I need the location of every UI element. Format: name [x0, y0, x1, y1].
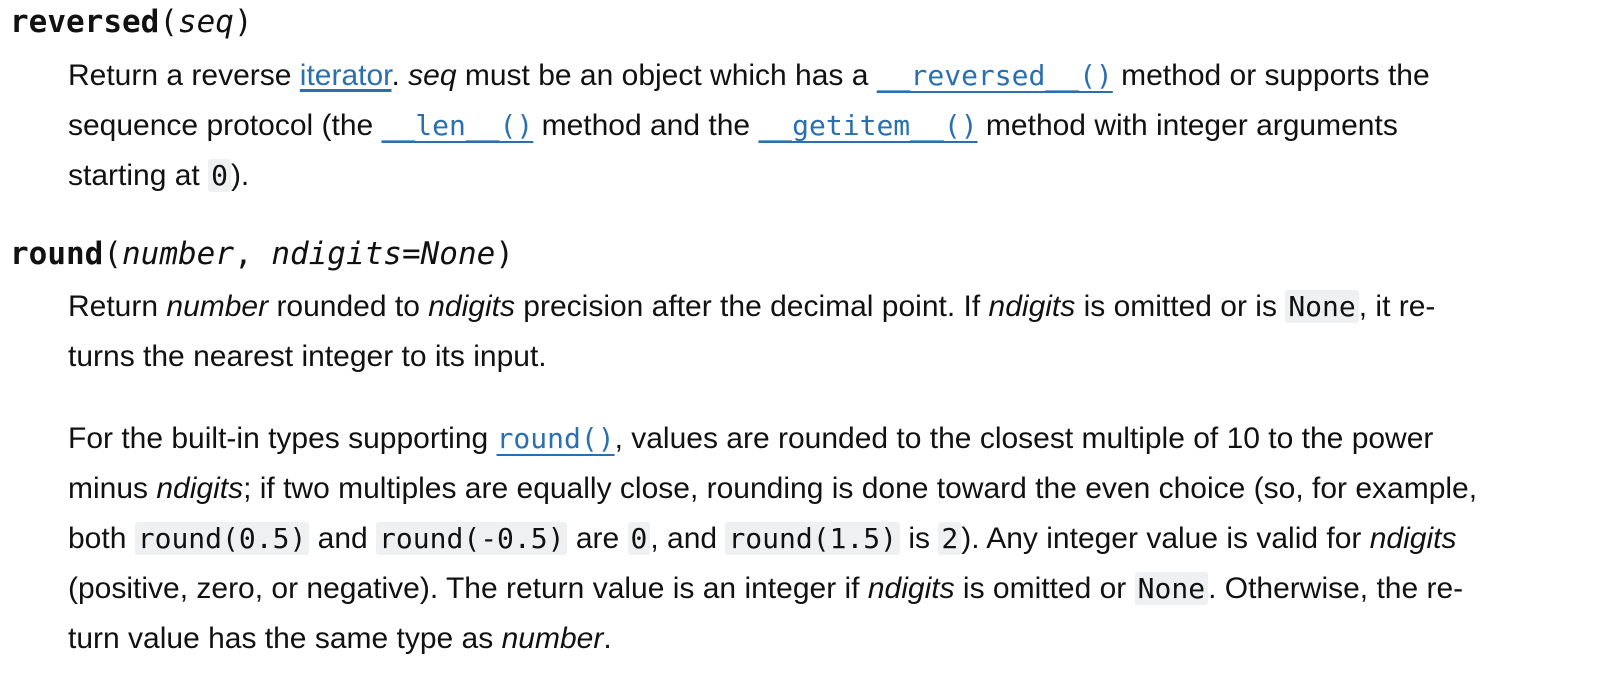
reversed-desc-line-1: Return a reverse iterator. seq must be a… — [68, 58, 1430, 94]
round-p2-line-2: minus ndigits; if two multiples are equa… — [68, 471, 1477, 507]
param-ref-ndigits: ndigits — [156, 472, 244, 505]
param-ref-ndigits: ndigits — [988, 290, 1076, 323]
text: , it re- — [1358, 290, 1436, 323]
text: ). — [230, 159, 250, 192]
documentation-page: reversed(seq) Return a reverse iterator.… — [0, 0, 1612, 673]
text: precision after the decimal point. If — [514, 290, 989, 323]
reversed-desc-line-3: starting at 0). — [68, 158, 249, 194]
text: . — [391, 59, 409, 92]
text: turns the nearest integer to its input. — [68, 340, 547, 373]
code-none: None — [1134, 572, 1209, 605]
round-function-link[interactable]: round() — [497, 422, 615, 455]
code-two: 2 — [938, 522, 962, 555]
param-seq: seq — [177, 4, 234, 40]
text: turn value has the same type as — [68, 622, 502, 655]
round-p1-line-2: turns the nearest integer to its input. — [68, 339, 547, 375]
round-p2-line-1: For the built-in types supporting round(… — [68, 421, 1433, 457]
text: is omitted or — [954, 572, 1135, 605]
param-ref-ndigits: ndigits — [428, 290, 515, 323]
text: . — [603, 622, 612, 655]
code-zero: 0 — [208, 159, 231, 192]
text: starting at — [68, 159, 209, 192]
text: Return — [68, 290, 167, 323]
text: is omitted or is — [1075, 290, 1286, 323]
round-p2-line-5: turn value has the same type as number. — [68, 621, 612, 657]
text: Return a reverse — [68, 59, 300, 92]
text: sequence protocol (the — [68, 109, 382, 142]
param-ref-ndigits: ndigits — [867, 572, 955, 605]
param-separator: , — [233, 236, 272, 272]
text: method with integer arguments — [977, 109, 1398, 142]
text: , values are rounded to the closest mult… — [614, 422, 1434, 455]
text: . Otherwise, the re- — [1208, 572, 1464, 605]
text: (positive, zero, or negative). The retur… — [68, 572, 868, 605]
code-round-1-5: round(1.5) — [725, 522, 901, 555]
getitem-method-link[interactable]: __getitem__() — [758, 109, 977, 142]
function-name-reversed: reversed — [10, 4, 160, 40]
text: rounded to — [268, 290, 429, 323]
round-p1-line-1: Return number rounded to ndigits precisi… — [68, 289, 1435, 325]
close-paren: ) — [233, 4, 253, 40]
param-ref-ndigits: ndigits — [1369, 522, 1457, 555]
param-ref-number: number — [501, 622, 604, 655]
code-round-0-5: round(0.5) — [134, 522, 310, 555]
iterator-link[interactable]: iterator — [300, 59, 392, 92]
len-method-link[interactable]: __len__() — [382, 109, 534, 142]
text: method and the — [533, 109, 759, 142]
param-ref-number: number — [166, 290, 269, 323]
reversed-signature: reversed(seq) — [10, 4, 253, 40]
param-ref-seq: seq — [408, 59, 457, 92]
text: ; if two multiples are equally close, ro… — [243, 472, 1478, 505]
round-p2-line-4: (positive, zero, or negative). The retur… — [68, 571, 1463, 607]
text: , and — [650, 522, 726, 555]
reversed-method-link[interactable]: __reversed__() — [877, 59, 1113, 92]
close-paren: ) — [495, 236, 514, 272]
text: ). Any integer value is valid for — [961, 522, 1370, 555]
reversed-desc-line-2: sequence protocol (the __len__() method … — [68, 108, 1398, 144]
open-paren: ( — [103, 236, 122, 272]
text: For the built-in types supporting — [68, 422, 497, 455]
text: are — [567, 522, 628, 555]
round-signature: round(number, ndigits=None) — [10, 236, 514, 272]
param-ndigits: ndigits=None — [271, 236, 496, 272]
function-name-round: round — [10, 236, 104, 272]
round-p2-line-3: both round(0.5) and round(-0.5) are 0, a… — [68, 521, 1456, 557]
text: minus — [68, 472, 157, 505]
code-round-neg-0-5: round(-0.5) — [376, 522, 568, 555]
text: must be an object which has a — [456, 59, 877, 92]
text: method or supports the — [1112, 59, 1430, 92]
param-number: number — [122, 236, 234, 272]
text: and — [309, 522, 377, 555]
text: is — [900, 522, 939, 555]
code-zero: 0 — [627, 522, 651, 555]
open-paren: ( — [159, 4, 178, 40]
text: both — [68, 522, 135, 555]
code-none: None — [1285, 290, 1359, 323]
